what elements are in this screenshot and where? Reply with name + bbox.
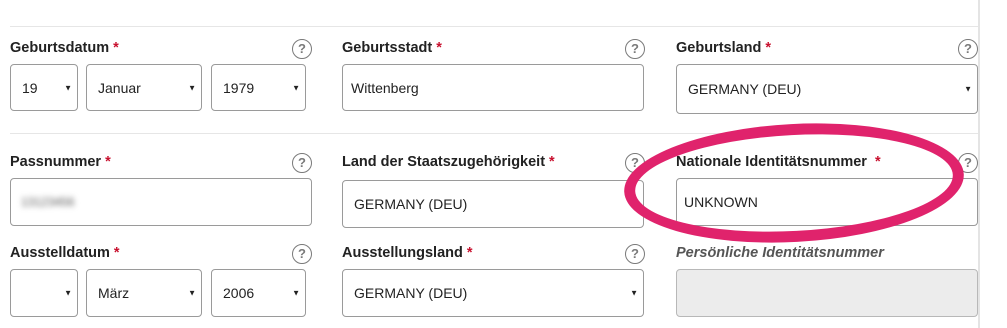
issue-year-select[interactable]: 2006 ▼	[211, 269, 306, 317]
chevron-down-icon: ▼	[64, 83, 72, 92]
passnummer-input[interactable]: 13123456	[10, 178, 312, 226]
help-icon[interactable]: ?	[625, 244, 645, 264]
help-icon[interactable]: ?	[958, 39, 978, 59]
birth-day-select[interactable]: 19 ▼	[10, 64, 78, 111]
staatszugehoerigkeit-select[interactable]: GERMANY (DEU) ▼	[342, 180, 644, 228]
highlight-annotation	[621, 115, 967, 251]
chevron-down-icon: ▼	[292, 83, 300, 92]
help-icon[interactable]: ?	[292, 244, 312, 264]
issue-month-select[interactable]: März ▼	[86, 269, 202, 317]
page-edge-line	[978, 0, 980, 328]
issue-day-select[interactable]: ▼	[10, 269, 78, 317]
ausstellungsland-select[interactable]: GERMANY (DEU) ▼	[342, 269, 644, 317]
geburtsdatum-label: Geburtsdatum *	[10, 40, 119, 56]
chevron-down-icon: ▼	[188, 83, 196, 92]
ausstellungsland-label: Ausstellungsland *	[342, 245, 473, 261]
birth-year-select[interactable]: 1979 ▼	[211, 64, 306, 111]
ausstelldatum-label: Ausstelldatum *	[10, 245, 120, 261]
staatszugehoerigkeit-label: Land der Staatszugehörigkeit *	[342, 154, 555, 170]
geburtsstadt-label: Geburtsstadt *	[342, 40, 442, 56]
help-icon[interactable]: ?	[292, 39, 312, 59]
chevron-down-icon: ▼	[64, 288, 72, 298]
chevron-down-icon: ▼	[188, 288, 196, 298]
help-icon[interactable]: ?	[292, 153, 312, 173]
chevron-down-icon: ▼	[630, 288, 638, 298]
geburtsstadt-input[interactable]: Wittenberg	[342, 64, 644, 111]
top-divider	[10, 26, 978, 27]
geburtsland-select[interactable]: GERMANY (DEU) ▼	[676, 64, 978, 114]
birth-month-select[interactable]: Januar ▼	[86, 64, 202, 111]
persoenliche-id-input	[676, 269, 978, 317]
passnummer-label: Passnummer *	[10, 154, 111, 170]
help-icon[interactable]: ?	[625, 39, 645, 59]
persoenliche-id-label: Persönliche Identitätsnummer	[676, 245, 884, 261]
geburtsland-label: Geburtsland *	[676, 40, 772, 56]
chevron-down-icon: ▼	[964, 84, 972, 94]
chevron-down-icon: ▼	[292, 288, 300, 298]
